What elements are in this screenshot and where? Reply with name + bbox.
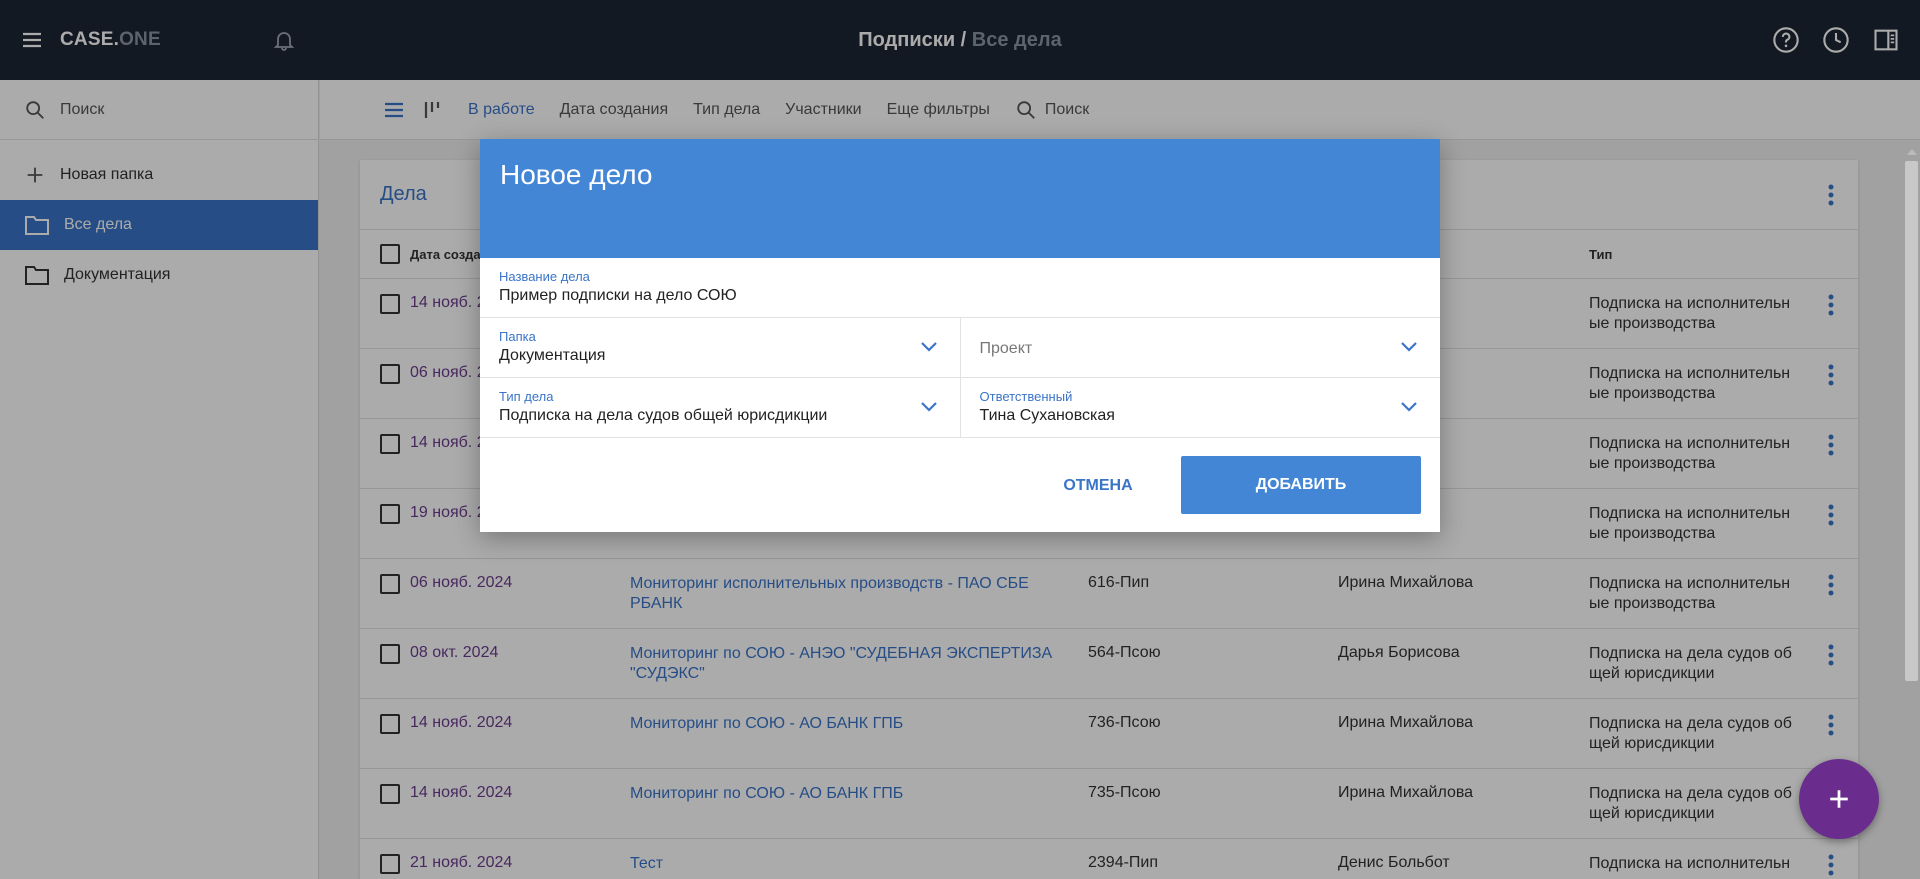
project-select[interactable]: Проект [959,318,1441,377]
scroll-up-arrow[interactable] [1907,149,1917,155]
add-button[interactable]: ДОБАВИТЬ [1181,456,1421,514]
chevron-down-icon[interactable] [920,401,938,413]
responsible-select[interactable]: Ответственный Тина Сухановская [959,378,1441,437]
case-name-value[interactable]: Пример подписки на дело СОЮ [499,287,1420,305]
add-case-fab[interactable] [1799,759,1879,839]
scroll-thumb[interactable] [1905,161,1918,681]
case-type-label: Тип дела [499,389,554,404]
case-type-value: Подписка на дела судов общей юрисдикции [499,407,828,424]
type-responsible-row: Тип дела Подписка на дела судов общей юр… [480,378,1440,438]
scrollbar[interactable] [1903,145,1920,879]
folder-project-row: Папка Документация Проект [480,318,1440,378]
case-name-field[interactable]: Название дела Пример подписки на дело СО… [480,258,1440,317]
case-type-select[interactable]: Тип дела Подписка на дела судов общей юр… [480,378,960,437]
name-row: Название дела Пример подписки на дело СО… [480,258,1440,318]
chevron-down-icon[interactable] [920,341,938,353]
responsible-value: Тина Сухановская [979,407,1115,424]
responsible-label: Ответственный [979,389,1073,404]
plus-icon [1830,790,1848,808]
dialog-header: Новое дело [480,139,1440,258]
case-name-label: Название дела [499,269,590,284]
chevron-down-icon[interactable] [1400,401,1418,413]
folder-value: Документация [499,347,606,364]
folder-select[interactable]: Папка Документация [480,318,960,377]
project-placeholder: Проект [979,340,1033,357]
folder-label: Папка [499,329,536,344]
chevron-down-icon[interactable] [1400,341,1418,353]
dialog-actions: ОТМЕНА ДОБАВИТЬ [480,456,1440,516]
cancel-button[interactable]: ОТМЕНА [1040,456,1156,516]
new-case-dialog: Новое дело Название дела Пример подписки… [480,139,1440,532]
dialog-title: Новое дело [500,159,653,190]
